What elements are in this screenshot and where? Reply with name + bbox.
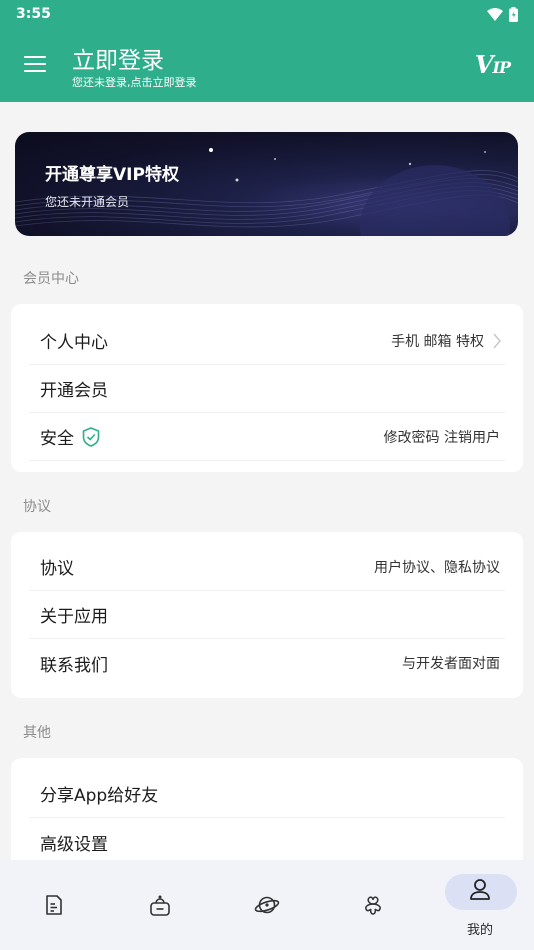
document-icon bbox=[46, 895, 62, 915]
nav-item-clover[interactable] bbox=[320, 860, 426, 950]
row-security[interactable]: 安全 修改密码 注销用户 bbox=[29, 413, 505, 461]
shield-check-icon bbox=[82, 426, 100, 447]
row-label: 分享App给好友 bbox=[40, 786, 159, 806]
status-time: 3:55 bbox=[16, 6, 51, 22]
row-value: 手机 邮箱 特权 bbox=[391, 331, 501, 351]
login-title[interactable]: 立即登录 bbox=[72, 41, 164, 75]
vip-logo[interactable]: VIP bbox=[474, 50, 511, 79]
row-personal-center[interactable]: 个人中心 手机 邮箱 特权 bbox=[29, 317, 505, 365]
row-contact-us[interactable]: 联系我们 与开发者面对面 bbox=[29, 639, 505, 687]
user-icon bbox=[470, 879, 490, 900]
nav-item-mine[interactable]: 我的 bbox=[427, 860, 533, 950]
row-value-text: 手机 邮箱 特权 bbox=[391, 333, 484, 350]
banner-title: 开通尊享VIP特权 bbox=[45, 165, 179, 185]
row-value: 用户协议、隐私协议 bbox=[374, 559, 500, 576]
row-label: 安全 bbox=[40, 429, 74, 449]
vip-logo-v: V bbox=[474, 50, 494, 79]
nav-item-document[interactable] bbox=[1, 860, 107, 950]
row-value: 与开发者面对面 bbox=[402, 656, 500, 672]
row-label: 个人中心 bbox=[40, 333, 108, 353]
status-bar: 3:55 bbox=[0, 0, 534, 28]
chevron-right-icon bbox=[493, 333, 501, 348]
card-member: 个人中心 手机 邮箱 特权 开通会员 安全 修改密码 注销用户 bbox=[11, 304, 523, 472]
row-open-membership[interactable]: 开通会员 bbox=[29, 365, 505, 413]
bottom-nav: 我的 bbox=[0, 860, 534, 950]
battery-icon bbox=[509, 6, 518, 22]
banner-subtitle: 您还未开通会员 bbox=[45, 195, 130, 209]
row-about-app[interactable]: 关于应用 bbox=[29, 591, 505, 639]
row-label: 关于应用 bbox=[40, 607, 108, 627]
section-label-member: 会员中心 bbox=[23, 271, 79, 287]
row-share-app[interactable]: 分享App给好友 bbox=[29, 770, 505, 818]
row-agreement[interactable]: 协议 用户协议、隐私协议 bbox=[29, 543, 505, 591]
content-area: 开通尊享VIP特权 您还未开通会员 会员中心 个人中心 手机 邮箱 特权 开通会… bbox=[0, 102, 534, 878]
menu-icon[interactable] bbox=[24, 56, 46, 74]
section-label-agreement: 协议 bbox=[23, 499, 51, 515]
nav-item-planet[interactable] bbox=[213, 860, 319, 950]
vip-banner[interactable]: 开通尊享VIP特权 您还未开通会员 bbox=[15, 132, 518, 236]
status-icons bbox=[487, 6, 518, 22]
nav-item-robot[interactable] bbox=[107, 860, 213, 950]
planet-icon bbox=[254, 896, 280, 914]
card-agreement: 协议 用户协议、隐私协议 关于应用 联系我们 与开发者面对面 bbox=[11, 532, 523, 698]
row-label: 高级设置 bbox=[40, 834, 108, 855]
wifi-icon bbox=[487, 7, 503, 21]
row-advanced-settings[interactable]: 高级设置 bbox=[29, 818, 505, 866]
clover-icon bbox=[365, 896, 381, 915]
row-label: 联系我们 bbox=[40, 655, 108, 676]
row-value: 修改密码 注销用户 bbox=[383, 429, 500, 446]
robot-icon bbox=[150, 895, 170, 916]
vip-logo-ip: IP bbox=[492, 58, 510, 77]
row-label: 协议 bbox=[40, 559, 74, 579]
login-subtitle[interactable]: 您还未登录,点击立即登录 bbox=[72, 74, 197, 90]
section-label-other: 其他 bbox=[23, 725, 51, 741]
row-label: 开通会员 bbox=[40, 381, 108, 401]
app-bar: 立即登录 您还未登录,点击立即登录 VIP bbox=[0, 28, 534, 102]
nav-label-mine: 我的 bbox=[466, 923, 493, 938]
